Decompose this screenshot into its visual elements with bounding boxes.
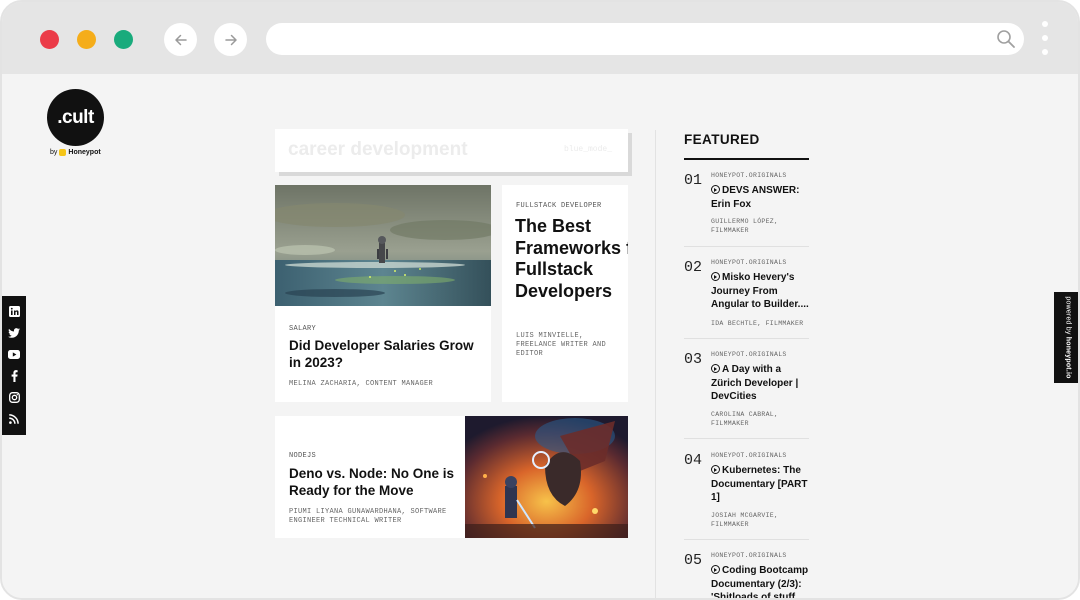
article-title[interactable]: Deno vs. Node: No One is Ready for the M… (289, 465, 461, 499)
powered-brand: honeypot.io (1064, 336, 1072, 379)
featured-source: HONEYPOT.ORIGINALS (711, 552, 787, 559)
minimize-window-button[interactable] (77, 30, 96, 49)
arrow-left-icon (174, 34, 187, 45)
featured-author: JOSIAH MCGARVIE, FILMMAKER (711, 512, 779, 528)
article-card[interactable]: SALARY Did Developer Salaries Grow in 20… (275, 185, 491, 402)
article-card[interactable]: FULLSTACK DEVELOPER The Best Frameworks … (502, 185, 628, 402)
article-title[interactable]: The Best Frameworks for Fullstack Develo… (515, 216, 628, 302)
featured-author: CAROLINA CABRAL, FILMMAKER (711, 411, 779, 427)
rss-icon[interactable] (8, 413, 20, 425)
browser-window: .cult by Honeypot powered by honeypot.io… (0, 0, 1080, 600)
byline-brand: Honeypot (68, 149, 101, 156)
tag-subtitle: blue_mode_ (563, 145, 612, 154)
play-icon (711, 185, 720, 194)
featured-number: 03 (684, 351, 703, 368)
close-window-button[interactable] (40, 30, 59, 49)
youtube-icon[interactable] (8, 349, 20, 361)
powered-prefix: powered by (1064, 296, 1072, 335)
honeypot-mark-icon (59, 149, 67, 156)
cult-logo[interactable]: .cult (47, 89, 104, 146)
article-image (465, 416, 628, 538)
featured-title-text: Kubernetes: The Documentary [PART 1] (711, 465, 808, 504)
instagram-icon[interactable] (8, 392, 20, 404)
featured-title[interactable]: Coding Bootcamp Documentary (2/3): 'Shit… (711, 564, 809, 600)
column-divider (655, 130, 656, 598)
maximize-window-button[interactable] (114, 30, 133, 49)
article-author: LUIS MINVIELLE, FREELANCE WRITER AND EDI… (516, 332, 607, 358)
featured-source: HONEYPOT.ORIGINALS (711, 351, 787, 358)
featured-author: GUILLERMO LÓPEZ, FILMMAKER (711, 218, 779, 234)
featured-source: HONEYPOT.ORIGINALS (711, 172, 787, 179)
featured-separator (684, 438, 809, 439)
social-sidebar (2, 296, 26, 435)
article-title[interactable]: Did Developer Salaries Grow in 2023? (289, 337, 484, 371)
featured-separator (684, 246, 809, 247)
play-icon (711, 465, 720, 474)
twitter-icon[interactable] (8, 327, 20, 339)
address-bar[interactable] (266, 23, 1024, 55)
featured-title-text: Coding Bootcamp Documentary (2/3): 'Shit… (711, 565, 809, 600)
featured-title-text: Misko Hevery's Journey From Angular to B… (711, 272, 809, 311)
article-category: NODEJS (289, 452, 317, 460)
featured-source: HONEYPOT.ORIGINALS (711, 259, 787, 266)
featured-title[interactable]: Misko Hevery's Journey From Angular to B… (711, 271, 809, 312)
featured-item[interactable]: 01 HONEYPOT.ORIGINALS DEVS ANSWER: Erin … (684, 172, 809, 247)
featured-number: 02 (684, 259, 703, 276)
featured-title-text: DEVS ANSWER: Erin Fox (711, 185, 800, 210)
article-author: PIUMI LIYANA GUNAWARDHANA, SOFTWARE ENGI… (289, 508, 447, 525)
article-image (275, 185, 491, 306)
arrow-right-icon (224, 34, 237, 45)
linkedin-icon[interactable] (8, 306, 20, 318)
featured-title-text: A Day with a Zürich Developer | DevCitie… (711, 364, 799, 403)
featured-source: HONEYPOT.ORIGINALS (711, 452, 787, 459)
play-icon (711, 364, 720, 373)
article-category: FULLSTACK DEVELOPER (516, 202, 602, 210)
featured-item[interactable]: 02 HONEYPOT.ORIGINALS Misko Hevery's Jou… (684, 259, 809, 339)
tag-title: career development (288, 139, 468, 160)
featured-title[interactable]: DEVS ANSWER: Erin Fox (711, 184, 809, 211)
article-author: MELINA ZACHARIA, CONTENT MANAGER (289, 380, 434, 388)
featured-title[interactable]: A Day with a Zürich Developer | DevCitie… (711, 363, 809, 404)
play-icon (711, 272, 720, 281)
search-icon[interactable] (996, 29, 1016, 49)
featured-number: 04 (684, 452, 703, 469)
featured-item[interactable]: 04 HONEYPOT.ORIGINALS Kubernetes: The Do… (684, 452, 809, 540)
back-button[interactable] (164, 23, 197, 56)
featured-heading: FEATURED (684, 132, 760, 147)
logo-byline: by Honeypot (50, 149, 101, 156)
play-icon (711, 565, 720, 574)
page-content: .cult by Honeypot powered by honeypot.io… (2, 74, 1078, 600)
featured-number: 05 (684, 552, 703, 569)
featured-item[interactable]: 05 HONEYPOT.ORIGINALS Coding Bootcamp Do… (684, 552, 809, 600)
featured-number: 01 (684, 172, 703, 189)
featured-title[interactable]: Kubernetes: The Documentary [PART 1] (711, 464, 809, 505)
browser-toolbar (2, 2, 1078, 74)
featured-separator (684, 338, 809, 339)
browser-menu-icon[interactable] (1041, 21, 1049, 57)
facebook-icon[interactable] (8, 370, 20, 383)
tag-header: career development blue_mode_ (275, 129, 628, 172)
powered-by-badge[interactable]: powered by honeypot.io (1054, 292, 1078, 383)
featured-item[interactable]: 03 HONEYPOT.ORIGINALS A Day with a Züric… (684, 351, 809, 439)
byline-prefix: by (50, 149, 58, 156)
article-card[interactable]: NODEJS Deno vs. Node: No One is Ready fo… (275, 416, 628, 538)
forward-button[interactable] (214, 23, 247, 56)
featured-heading-rule (684, 158, 809, 160)
featured-separator (684, 539, 809, 540)
featured-author: IDA BECHTLE, FILMMAKER (711, 320, 804, 327)
logo-text: .cult (57, 106, 94, 128)
article-category: SALARY (289, 325, 317, 333)
